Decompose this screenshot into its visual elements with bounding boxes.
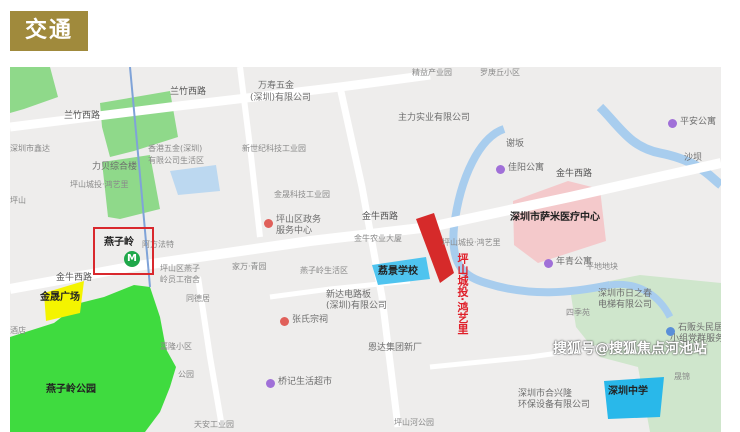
transport-map[interactable]: 兰竹西路 兰竹西路 金牛西路 金牛西路 金牛西路 精益产业园 罗庚丘小区 万寿五… <box>10 67 721 432</box>
map-label: 公园 <box>178 370 194 379</box>
map-label: 平地地块 <box>586 262 618 271</box>
map-label: 燕子岭生活区 <box>300 266 348 275</box>
map-label: 坪山区燕子 <box>160 264 200 273</box>
map-label: 电梯有限公司 <box>598 300 653 310</box>
map-label: 桥记生活超市 <box>278 377 333 387</box>
road-label-2: 兰竹西路 <box>64 111 101 121</box>
map-label: 新达电路板 <box>326 290 372 300</box>
map-label: 家万·青园 <box>232 262 267 271</box>
map-label: 万寿五金 <box>258 81 295 91</box>
map-label: 力贝综合楼 <box>92 162 138 172</box>
watermark: 搜狐号@搜狐焦点河池站 <box>553 341 707 357</box>
mall-label: 金晟广场 <box>40 292 80 303</box>
project-label: 坪山城投·鸿艺里 <box>456 253 469 335</box>
map-label: 坪山 <box>10 196 26 205</box>
apartment-pin-icon <box>544 259 553 268</box>
map-label: (深圳)有限公司 <box>250 93 312 103</box>
metro-highlight-box <box>93 227 154 275</box>
road-label-5: 金牛西路 <box>56 273 93 283</box>
map-label: 新世纪科技工业园 <box>242 144 306 153</box>
map-label: 罗庚丘小区 <box>480 68 520 77</box>
map-label: 主力实业有限公司 <box>398 113 471 123</box>
map-label: 坪山区政务 <box>276 215 322 225</box>
metro-station-icon[interactable]: M <box>124 251 140 267</box>
map-label: 深圳市鑫达 <box>10 144 50 153</box>
school-label-1: 荔景学校 <box>378 266 418 277</box>
government-pin-icon <box>264 219 273 228</box>
map-label: 金晟科技工业园 <box>274 190 330 199</box>
school-label-2: 深圳中学 <box>608 386 648 397</box>
map-label: 坪山河公园 <box>394 418 434 427</box>
metro-station-label: 燕子岭 <box>104 237 134 248</box>
supermarket-pin-icon <box>266 379 275 388</box>
map-label: 深圳市日之春 <box>598 289 653 299</box>
map-label: 石贩头民居 <box>678 323 721 333</box>
map-label: 坪山城投·鸿艺里 <box>70 180 129 189</box>
temple-pin-icon <box>280 317 289 326</box>
map-label: 有限公司生活区 <box>148 156 204 165</box>
map-label: 晟锦 <box>674 372 690 381</box>
hospital-label: 深圳市萨米医疗中心 <box>510 212 600 223</box>
map-label: 坪山城投·鸿艺里 <box>442 238 501 247</box>
map-label: 深圳市合兴隆 <box>518 389 573 399</box>
map-label: 恩达集团新厂 <box>368 343 423 353</box>
map-label: 嘉隆小区 <box>160 342 192 351</box>
map-label: 同德居 <box>186 294 210 303</box>
map-label: 四季苑 <box>566 308 590 317</box>
map-label: 金牛农业大厦 <box>354 234 402 243</box>
map-label: 平安公寓 <box>680 117 717 127</box>
road-label-3: 金牛西路 <box>362 212 399 222</box>
apartment-pin-icon <box>668 119 677 128</box>
section-title: 交通 <box>10 11 88 51</box>
map-label: 佳阳公寓 <box>508 163 545 173</box>
road-label-1: 兰竹西路 <box>170 87 207 97</box>
map-label: 酒店 <box>10 326 26 335</box>
park-label: 燕子岭公园 <box>46 384 96 395</box>
apartment-pin-icon <box>496 165 505 174</box>
road-label-4: 金牛西路 <box>556 169 593 179</box>
map-label: 香港五金(深圳) <box>148 144 203 153</box>
map-label: 天安工业园 <box>194 420 234 429</box>
map-label: 谢坂 <box>506 139 525 149</box>
map-label: 沙坝 <box>684 153 703 163</box>
map-label: 张氏宗祠 <box>292 315 329 325</box>
map-label: 岭员工宿舍 <box>160 275 200 284</box>
map-label: (深圳)有限公司 <box>326 301 388 311</box>
map-label: 服务中心 <box>276 226 313 236</box>
map-label: 环保设备有限公司 <box>518 400 591 410</box>
map-label: 精益产业园 <box>412 68 452 77</box>
